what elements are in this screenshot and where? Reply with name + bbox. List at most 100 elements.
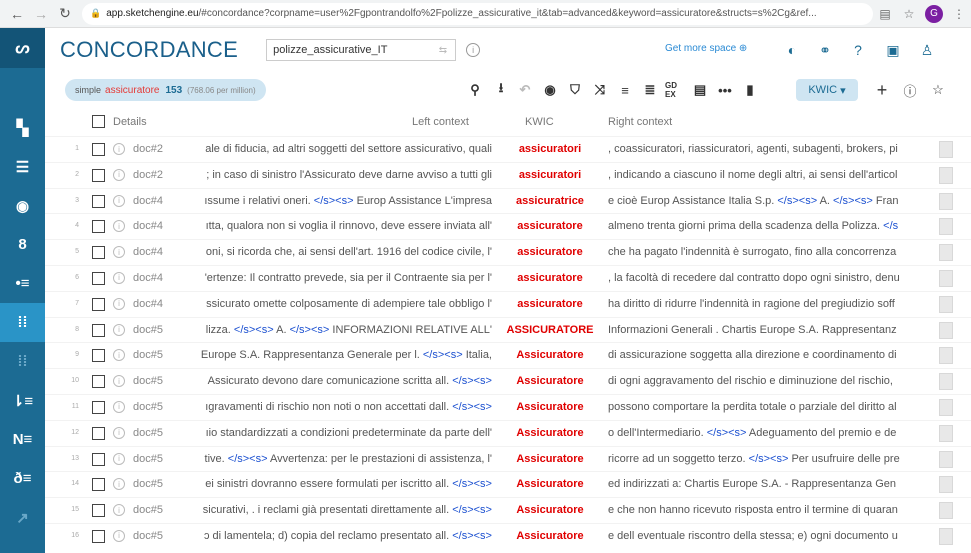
left-context[interactable]: ei sinistri dovranno essere formulati pe… [172, 478, 492, 490]
kwic-keyword[interactable]: Assicuratore [485, 349, 615, 361]
row-info-icon[interactable]: i [113, 452, 125, 465]
copy-icon[interactable] [939, 269, 953, 287]
row-info-icon[interactable]: i [113, 220, 125, 233]
row-checkbox[interactable] [92, 349, 105, 363]
doc-id[interactable]: doc#5 [133, 504, 163, 516]
doc-id[interactable]: doc#4 [133, 272, 163, 284]
copy-icon[interactable] [939, 502, 953, 520]
more-options-icon[interactable]: ••• [716, 81, 734, 99]
frequency-icon[interactable]: ▮ [741, 81, 759, 99]
kwic-keyword[interactable]: assicuratore [485, 298, 615, 310]
copy-icon[interactable] [939, 192, 953, 210]
left-context[interactable]: ıio standardizzati a condizioni predeter… [172, 427, 492, 439]
extension-icon[interactable]: ▤ [873, 3, 897, 25]
row-info-icon[interactable]: i [113, 168, 125, 181]
kwic-keyword[interactable]: assicuratore [485, 272, 615, 284]
row-checkbox[interactable] [92, 220, 105, 234]
row-checkbox[interactable] [92, 246, 105, 260]
concordance-row[interactable]: 10 i doc#5 Assicurato devono dare comunicaz… [45, 368, 971, 394]
filter-icon[interactable]: ⛉ [566, 81, 584, 99]
row-checkbox[interactable] [92, 271, 105, 285]
row-checkbox[interactable] [92, 400, 105, 414]
address-bar[interactable]: 🔒 app.sketchengine.eu /#concordance?corp… [82, 2, 873, 25]
kwic-keyword[interactable]: Assicuratore [485, 530, 615, 542]
row-checkbox[interactable] [92, 529, 105, 543]
concordance-row[interactable]: 7 i doc#4 ssicurato omette colposamente di … [45, 290, 971, 317]
dashboard-icon[interactable]: ▚ [0, 108, 45, 147]
row-checkbox[interactable] [92, 168, 105, 182]
right-context[interactable]: ricorre ad un soggetto terzo. </s><s> Pe… [608, 453, 936, 465]
kwic-keyword[interactable]: assicuratori [485, 143, 615, 155]
left-context[interactable]: sicurativi, . i reclami già presentati d… [172, 504, 492, 516]
right-context[interactable]: e dell eventuale riscontro della stessa;… [608, 530, 936, 542]
right-context[interactable]: e che non hanno ricevuto risposta entro … [608, 504, 936, 516]
right-context[interactable]: ed indirizzati a: Chartis Europe S.A. - … [608, 478, 936, 490]
undo-icon[interactable]: ↶ [516, 81, 534, 99]
forward-icon[interactable]: → [30, 3, 52, 25]
right-context[interactable]: di ogni aggravamento del rischio e dimin… [608, 375, 936, 387]
bookmark-star-icon[interactable]: ☆ [897, 3, 921, 25]
view-mode-dropdown[interactable]: KWIC ▾ [796, 79, 858, 101]
row-checkbox[interactable] [92, 375, 105, 389]
info-icon[interactable]: ⓘ [901, 81, 919, 99]
wordsketch-icon[interactable]: ◉ [0, 186, 45, 225]
trends-icon[interactable]: ↗ [0, 498, 45, 537]
concordance-row[interactable]: 16 i doc#5 ɔ di lamentela; d) copia del rec… [45, 522, 971, 549]
row-checkbox[interactable] [92, 452, 105, 466]
right-context[interactable]: Informazioni Generali . Chartis Europe S… [608, 324, 936, 336]
kwic-keyword[interactable]: Assicuratore [485, 478, 615, 490]
kwic-keyword[interactable]: Assicuratore [485, 427, 615, 439]
copy-icon[interactable] [939, 450, 953, 468]
doc-id[interactable]: doc#5 [133, 324, 163, 336]
corpus-list-icon[interactable]: ☰ [0, 147, 45, 186]
doc-id[interactable]: doc#5 [133, 453, 163, 465]
row-checkbox[interactable] [92, 194, 105, 208]
right-context[interactable]: e cioè Europ Assistance Italia S.p. </s>… [608, 195, 936, 207]
theme-toggle-icon[interactable]: ◐ [782, 40, 802, 60]
row-info-icon[interactable]: i [113, 194, 125, 207]
search-icon[interactable]: ⚲ [466, 81, 484, 99]
copy-icon[interactable] [939, 244, 953, 262]
concordance-row[interactable]: 14 i doc#5 ei sinistri dovranno essere form… [45, 471, 971, 497]
back-icon[interactable]: ← [6, 3, 28, 25]
sketch-engine-logo[interactable]: ᔕ [0, 28, 45, 68]
row-info-icon[interactable]: i [113, 375, 125, 388]
left-context[interactable]: tive. </s><s> Avvertenza: per le prestaz… [172, 453, 492, 465]
concordance-row[interactable]: 15 i doc#5 sicurativi, . i reclami già pres… [45, 497, 971, 523]
download-icon[interactable]: ⭳ [492, 80, 510, 99]
concordance-row[interactable]: 13 i doc#5 tive. </s><s> Avvertenza: per le… [45, 445, 971, 472]
doc-id[interactable]: doc#5 [133, 530, 163, 542]
left-context[interactable]: ıtta, qualora non si voglia il rinnovo, … [172, 220, 492, 232]
user-account-icon[interactable]: ♙ [917, 40, 937, 60]
row-info-icon[interactable]: i [113, 323, 125, 336]
concordance-row[interactable]: 11 i doc#5 ıgravamenti di rischio non noti … [45, 393, 971, 420]
profile-avatar[interactable]: G [925, 4, 943, 23]
left-context[interactable]: Europe S.A. Rappresentanza Generale per … [172, 349, 492, 361]
keywords-icon[interactable]: ð≡ [0, 459, 45, 498]
right-context[interactable]: almeno trenta giorni prima della scadenz… [608, 220, 936, 232]
doc-id[interactable]: doc#5 [133, 478, 163, 490]
doc-id[interactable]: doc#2 [133, 169, 163, 181]
copy-icon[interactable] [939, 141, 953, 158]
right-context[interactable]: che ha pagato l'indennità è surrogato, f… [608, 246, 936, 258]
help-icon[interactable]: ? [848, 40, 868, 60]
left-context[interactable]: ssicurato omette colposamente di adempie… [172, 298, 492, 310]
reload-icon[interactable]: ↻ [54, 3, 76, 25]
feedback-icon[interactable]: ▣ [883, 40, 903, 60]
favourite-star-icon[interactable]: ☆ [929, 81, 947, 99]
concordance-row[interactable]: 12 i doc#5 ıio standardizzati a condizioni … [45, 419, 971, 446]
doc-id[interactable]: doc#4 [133, 220, 163, 232]
query-summary-chip[interactable]: simple assicuratore 153 (768.06 per mill… [65, 79, 266, 101]
copy-icon[interactable] [939, 166, 953, 184]
get-more-space-link[interactable]: Get more space ⊕ [665, 43, 747, 54]
row-info-icon[interactable]: i [113, 246, 125, 259]
doc-id[interactable]: doc#5 [133, 349, 163, 361]
concordance-row[interactable]: 1 i doc#2 ale di fiducia, ad altri soggetti… [45, 136, 971, 162]
left-context[interactable]: 'ertenze: Il contratto prevede, sia per … [172, 272, 492, 284]
row-checkbox[interactable] [92, 504, 105, 518]
ngrams-icon[interactable]: N≡ [0, 420, 45, 459]
row-info-icon[interactable]: i [113, 426, 125, 439]
concordance-icon[interactable]: ⁞⁞ [0, 303, 45, 342]
copy-icon[interactable] [939, 347, 953, 365]
wordlist-icon[interactable]: ⇂≡ [0, 381, 45, 420]
